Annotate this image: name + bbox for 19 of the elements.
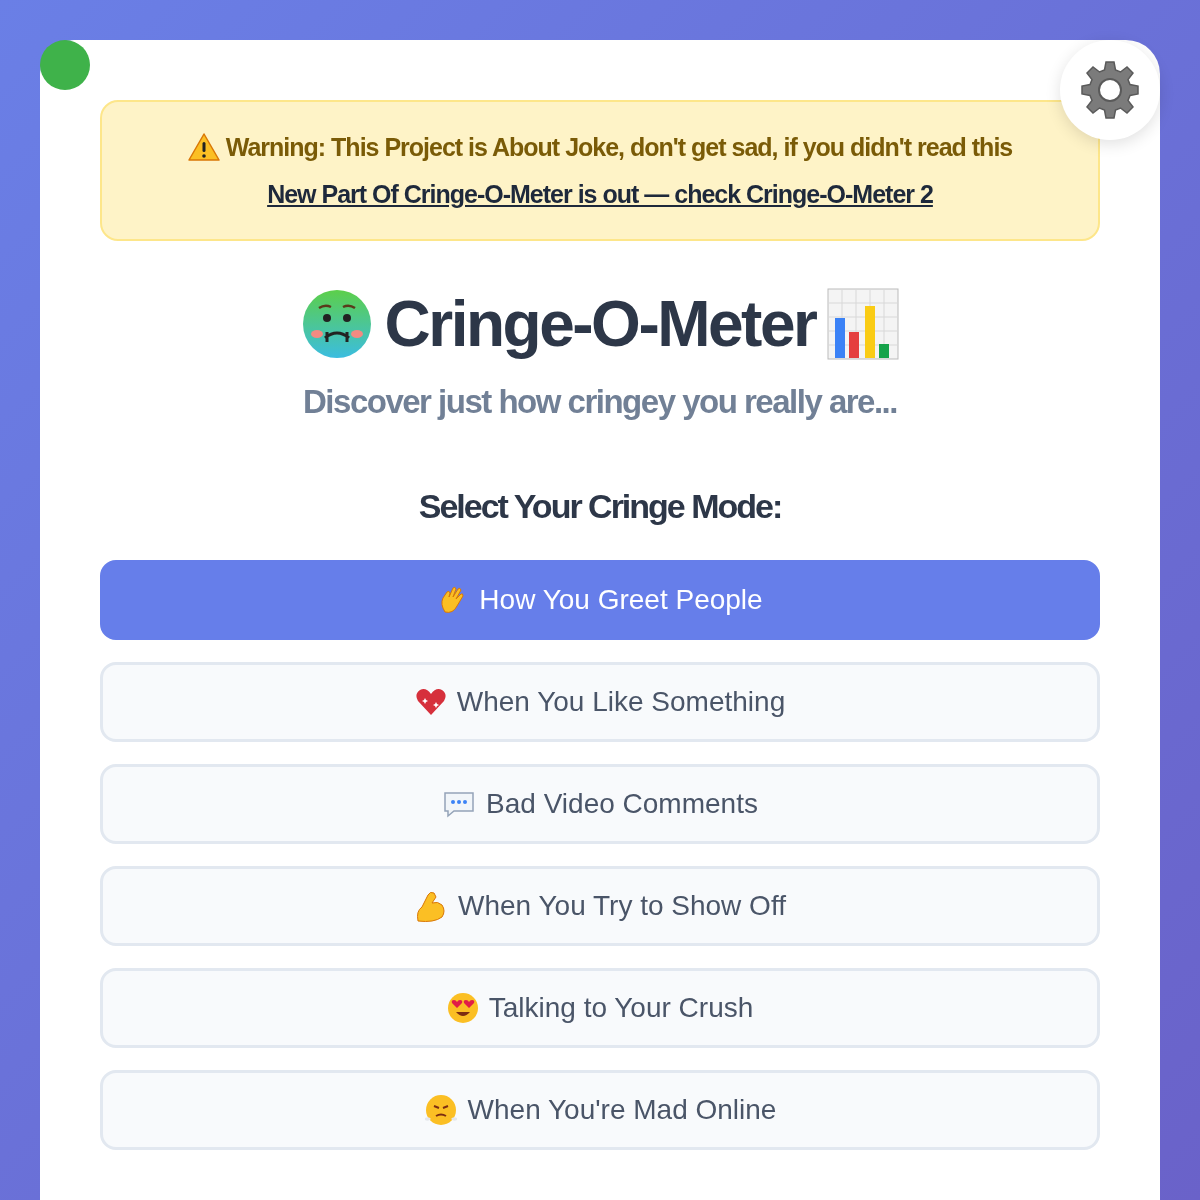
app-title: Cringe-O-Meter (384, 287, 816, 361)
speech-bubble-icon (442, 789, 477, 819)
mode-button[interactable]: When You're Mad Online (100, 1070, 1100, 1150)
settings-icon (1078, 58, 1142, 122)
warning-icon (187, 132, 220, 162)
section-heading: Select Your Cringe Mode: (418, 487, 782, 526)
heart-eyes-face-icon (446, 992, 479, 1024)
status-dot (40, 40, 90, 90)
mode-button[interactable]: Talking to Your Crush (100, 968, 1100, 1048)
mode-button[interactable]: How You Greet People (100, 560, 1100, 640)
tagline: Discover just how cringey you really are... (303, 383, 897, 421)
mode-button[interactable]: When You Like Something (100, 662, 1100, 742)
sick-face-icon (300, 288, 373, 360)
mode-button[interactable]: Bad Video Comments (100, 764, 1100, 844)
warning-text: Warning: This Project is About Joke, don't get sad, if you didn't read this (225, 132, 1013, 162)
sequel-link[interactable]: New Part Of Cringe-O-Meter is out — check Cringe-O-Meter 2 (267, 180, 933, 209)
bar-chart-icon (827, 288, 900, 360)
mode-button[interactable]: When You Try to Show Off (100, 866, 1100, 946)
angry-face-icon (423, 1094, 458, 1126)
